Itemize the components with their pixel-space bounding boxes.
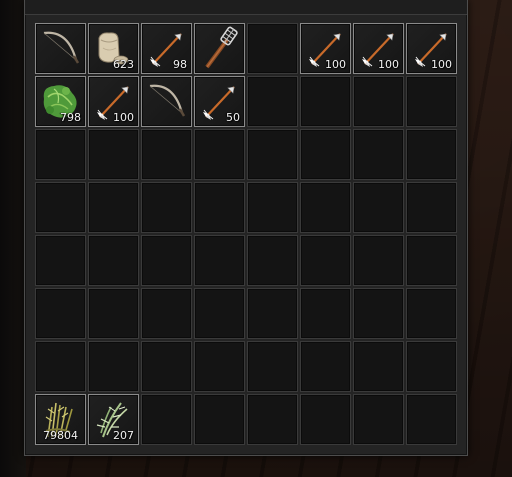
inventory-slot[interactable]: 100 (300, 23, 351, 74)
inventory-slot[interactable] (353, 341, 404, 392)
inventory-panel: 623 98 100 100 100 798 100 50 79804 207 (24, 0, 468, 456)
item-count: 100 (113, 111, 134, 124)
inventory-slot[interactable] (35, 235, 86, 286)
inventory-slot[interactable] (406, 76, 457, 127)
inventory-slot[interactable] (353, 129, 404, 180)
inventory-slot[interactable]: 100 (88, 76, 139, 127)
inventory-slot[interactable] (247, 182, 298, 233)
inventory-slot[interactable] (141, 341, 192, 392)
inventory-slot[interactable] (247, 394, 298, 445)
inventory-slot[interactable]: 100 (353, 23, 404, 74)
item-count: 207 (113, 429, 134, 442)
inventory-slot[interactable] (353, 288, 404, 339)
inventory-slot[interactable]: 50 (194, 76, 245, 127)
inventory-slot[interactable]: 100 (406, 23, 457, 74)
inventory-slot[interactable] (247, 129, 298, 180)
inventory-slot[interactable] (300, 182, 351, 233)
inventory-slot[interactable] (406, 129, 457, 180)
inventory-slot[interactable]: 79804 (35, 394, 86, 445)
item-count: 79804 (43, 429, 78, 442)
inventory-slot[interactable] (35, 129, 86, 180)
item-count: 98 (173, 58, 187, 71)
inventory-slot[interactable] (194, 129, 245, 180)
inventory-slot[interactable]: 798 (35, 76, 86, 127)
inventory-slot[interactable] (141, 182, 192, 233)
inventory-slot[interactable] (406, 341, 457, 392)
inventory-slot[interactable] (300, 288, 351, 339)
inventory-slot[interactable] (194, 235, 245, 286)
inventory-grid: 623 98 100 100 100 798 100 50 79804 207 (35, 23, 457, 445)
inventory-slot[interactable] (141, 76, 192, 127)
inventory-slot[interactable] (88, 288, 139, 339)
inventory-slot[interactable] (194, 288, 245, 339)
inventory-slot[interactable] (353, 76, 404, 127)
inventory-slot[interactable] (141, 129, 192, 180)
inventory-slot[interactable] (247, 23, 298, 74)
inventory-slot[interactable] (194, 394, 245, 445)
inventory-slot[interactable]: 207 (88, 394, 139, 445)
inventory-slot[interactable] (406, 182, 457, 233)
inventory-slot[interactable] (141, 394, 192, 445)
inventory-slot[interactable]: 623 (88, 23, 139, 74)
inventory-slot[interactable] (35, 182, 86, 233)
inventory-slot[interactable] (353, 394, 404, 445)
inventory-slot[interactable] (300, 394, 351, 445)
inventory-slot[interactable] (353, 182, 404, 233)
inventory-slot[interactable] (35, 23, 86, 74)
inventory-slot[interactable] (300, 235, 351, 286)
inventory-slot[interactable] (406, 394, 457, 445)
inventory-slot[interactable] (406, 235, 457, 286)
item-count: 100 (325, 58, 346, 71)
inventory-slot[interactable] (88, 235, 139, 286)
inventory-slot[interactable] (194, 341, 245, 392)
inventory-slot[interactable] (35, 288, 86, 339)
background-wall-shadow (0, 0, 26, 477)
inventory-slot[interactable] (35, 341, 86, 392)
inventory-slot[interactable] (247, 235, 298, 286)
inventory-slot[interactable] (194, 23, 245, 74)
inventory-slot[interactable]: 98 (141, 23, 192, 74)
inventory-slot[interactable] (300, 129, 351, 180)
inventory-slot[interactable] (247, 76, 298, 127)
inventory-slot[interactable] (141, 235, 192, 286)
inventory-slot[interactable] (88, 341, 139, 392)
inventory-slot[interactable] (88, 129, 139, 180)
inventory-header-bar (25, 0, 467, 15)
inventory-slot[interactable] (141, 288, 192, 339)
item-count: 50 (226, 111, 240, 124)
inventory-slot[interactable] (406, 288, 457, 339)
inventory-slot[interactable] (194, 182, 245, 233)
inventory-slot[interactable] (247, 288, 298, 339)
inventory-slot[interactable] (300, 341, 351, 392)
item-count: 623 (113, 58, 134, 71)
inventory-slot[interactable] (247, 341, 298, 392)
item-count: 798 (60, 111, 81, 124)
item-count: 100 (378, 58, 399, 71)
item-count: 100 (431, 58, 452, 71)
inventory-slot[interactable] (353, 235, 404, 286)
inventory-slot[interactable] (88, 182, 139, 233)
inventory-slot[interactable] (300, 76, 351, 127)
